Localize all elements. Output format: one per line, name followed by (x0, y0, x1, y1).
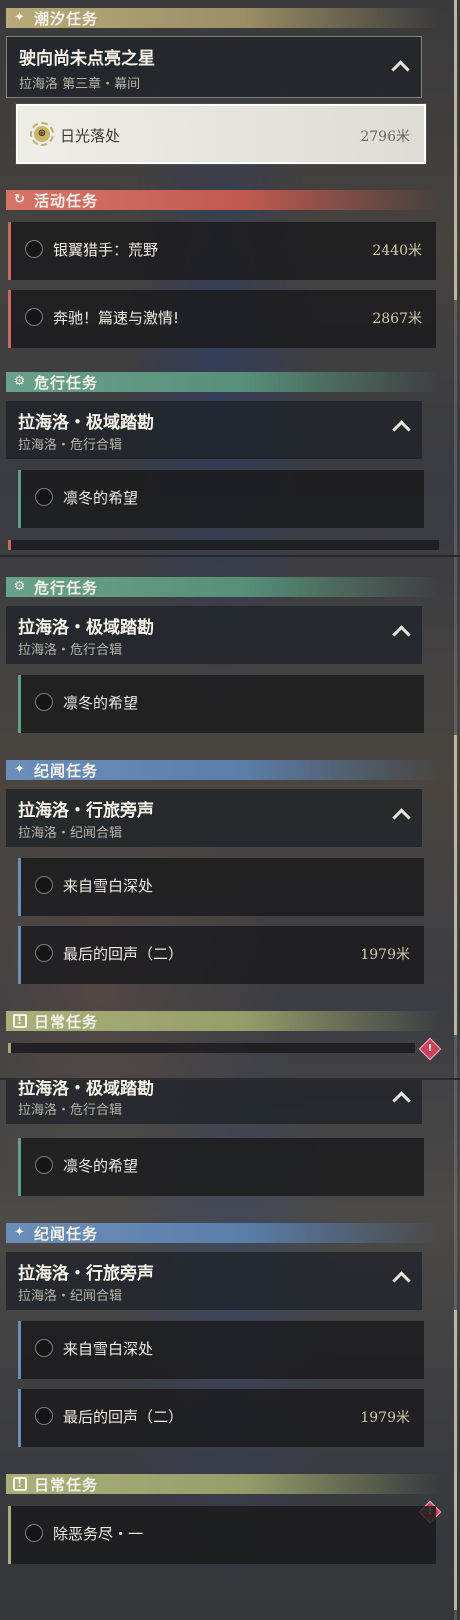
quest-name: 凛冬的希望 (63, 489, 139, 507)
quest-radio[interactable] (35, 1407, 53, 1425)
category-label: 危行任务 (34, 578, 99, 597)
category-header-daily: ! 日常任务 (6, 1474, 440, 1494)
chevron-up-icon[interactable] (392, 420, 411, 439)
quest-radio[interactable] (25, 1524, 43, 1542)
category-header-lore: ✦ 纪闻任务 (6, 1223, 440, 1243)
quest-radio[interactable] (35, 488, 53, 506)
chevron-up-icon[interactable] (392, 808, 411, 827)
category-label: 危行任务 (34, 373, 99, 392)
quest-radio[interactable] (35, 1339, 53, 1357)
quest-row[interactable]: 最后的回声（二） 1979米 (18, 1389, 424, 1447)
quest-row-tracked[interactable]: ⊕ 日光落处 2796米 (16, 104, 426, 164)
quest-name: 凛冬的希望 (63, 1157, 139, 1175)
exclamation-box-icon: ! (12, 1476, 28, 1492)
quest-distance: 1979米 (360, 1410, 410, 1426)
target-icon: ⊕ (30, 122, 54, 146)
chapter-title: 拉海洛・极域踏勘 (18, 1080, 154, 1099)
chevron-up-icon[interactable] (392, 625, 411, 644)
chapter-title: 驶向尚未点亮之星 (19, 49, 155, 69)
chapter-title: 拉海洛・行旅旁声 (18, 801, 154, 821)
category-header-tide: ✦ 潮汐任务 (6, 8, 440, 28)
chevron-up-icon[interactable] (391, 60, 410, 79)
quest-list-segment-3: 拉海洛・极域踏勘 拉海洛・危行合辑 凛冬的希望 ✦ 纪闻任务 拉海洛・行旅旁声 … (0, 1080, 460, 1620)
quest-radio[interactable] (25, 308, 43, 326)
chevron-up-icon[interactable] (392, 1091, 411, 1110)
chapter-header[interactable]: 拉海洛・极域踏勘 拉海洛・危行合辑 (6, 606, 422, 664)
chapter-title: 拉海洛・极域踏勘 (18, 413, 154, 433)
chapter-subtitle: 拉海洛・危行合辑 (18, 438, 123, 453)
quest-distance: 1979米 (360, 947, 410, 963)
chapter-header[interactable]: 拉海洛・极域踏勘 拉海洛・危行合辑 (6, 401, 422, 459)
exclamation-box-icon: ! (12, 1013, 28, 1029)
gear-icon: ⚙ (13, 579, 27, 594)
quest-name: 最后的回声（二） (63, 1408, 184, 1426)
quest-radio[interactable] (25, 240, 43, 258)
scrollbar-thumb[interactable] (454, 1310, 457, 1610)
category-header-risk: ⚙ 危行任务 (6, 372, 440, 392)
quest-radio[interactable] (35, 876, 53, 894)
quest-list-segment-1: ✦ 潮汐任务 驶向尚未点亮之星 拉海洛 第三章・幕间 ⊕ 日光落处 2796米 … (0, 0, 460, 555)
chapter-subtitle: 拉海洛・纪闻合辑 (18, 826, 123, 841)
category-header-event: ↻ 活动任务 (6, 190, 440, 210)
chapter-subtitle: 拉海洛 第三章・幕间 (19, 77, 141, 92)
category-label: 日常任务 (34, 1012, 99, 1031)
event-icon: ↻ (14, 192, 26, 207)
quest-distance: 2867米 (372, 311, 422, 327)
chapter-subtitle: 拉海洛・危行合辑 (18, 1103, 123, 1118)
chapter-title: 拉海洛・行旅旁声 (18, 1264, 154, 1284)
sparkle-icon: ✦ (14, 762, 26, 777)
quest-list-segment-2: ⚙ 危行任务 拉海洛・极域踏勘 拉海洛・危行合辑 凛冬的希望 ✦ 纪闻任务 拉海… (0, 557, 460, 1078)
quest-row-partial (8, 1043, 415, 1053)
category-label: 活动任务 (34, 191, 99, 210)
sparkle-icon: ✦ (14, 10, 26, 25)
quest-row[interactable]: 凛冬的希望 (18, 470, 424, 528)
quest-row[interactable]: 奔驰！篇速与激情! 2867米 (8, 290, 436, 348)
scrollbar-thumb[interactable] (454, 0, 457, 300)
quest-row[interactable]: 最后的回声（二） 1979米 (18, 926, 424, 984)
quest-row[interactable]: 凛冬的希望 (18, 675, 424, 733)
quest-radio[interactable] (35, 944, 53, 962)
quest-distance: 2440米 (372, 243, 422, 259)
category-label: 纪闻任务 (34, 761, 99, 780)
quest-row[interactable]: 来自雪白深处 (18, 858, 424, 916)
category-label: 潮汐任务 (34, 9, 99, 28)
category-label: 纪闻任务 (34, 1224, 99, 1243)
alert-diamond-icon: ! (418, 1037, 442, 1061)
chapter-header[interactable]: 拉海洛・行旅旁声 拉海洛・纪闻合辑 (6, 1252, 422, 1310)
category-header-daily: ! 日常任务 (6, 1011, 440, 1031)
category-header-risk: ⚙ 危行任务 (6, 577, 440, 597)
quest-row[interactable]: 银翼猎手：荒野 2440米 (8, 222, 436, 280)
chapter-subtitle: 拉海洛・危行合辑 (18, 643, 123, 658)
quest-radio[interactable] (35, 693, 53, 711)
category-label: 日常任务 (34, 1475, 99, 1494)
chapter-header[interactable]: 拉海洛・行旅旁声 拉海洛・纪闻合辑 (6, 789, 422, 847)
chapter-header[interactable]: 拉海洛・极域踏勘 拉海洛・危行合辑 (6, 1080, 422, 1124)
chapter-header[interactable]: 驶向尚未点亮之星 拉海洛 第三章・幕间 (6, 36, 422, 98)
quest-row[interactable]: 来自雪白深处 (18, 1321, 424, 1379)
chapter-title: 拉海洛・极域踏勘 (18, 618, 154, 638)
scrollbar-thumb[interactable] (454, 735, 457, 1035)
quest-name: 银翼猎手：荒野 (53, 241, 159, 259)
chevron-up-icon[interactable] (392, 1271, 411, 1290)
quest-row-partial (8, 540, 439, 550)
quest-name: 最后的回声（二） (63, 945, 184, 963)
category-header-lore: ✦ 纪闻任务 (6, 760, 440, 780)
quest-name: 日光落处 (60, 127, 121, 145)
chapter-subtitle: 拉海洛・纪闻合辑 (18, 1289, 123, 1304)
gear-icon: ⚙ (13, 374, 27, 389)
quest-name: 来自雪白深处 (63, 1340, 154, 1358)
quest-name: 除恶务尽・一 (53, 1525, 144, 1543)
quest-name: 凛冬的希望 (63, 694, 139, 712)
quest-radio[interactable] (35, 1156, 53, 1174)
sparkle-icon: ✦ (14, 1225, 26, 1240)
quest-name: 奔驰！篇速与激情! (53, 309, 180, 327)
quest-row[interactable]: 除恶务尽・一 (8, 1506, 436, 1564)
quest-distance: 2796米 (360, 129, 410, 145)
quest-row[interactable]: 凛冬的希望 (18, 1138, 424, 1196)
quest-name: 来自雪白深处 (63, 877, 154, 895)
